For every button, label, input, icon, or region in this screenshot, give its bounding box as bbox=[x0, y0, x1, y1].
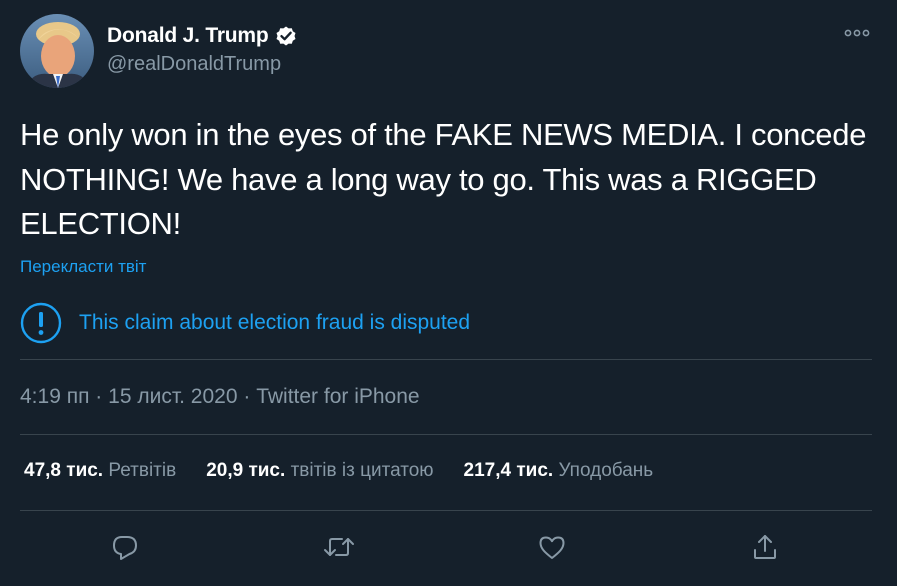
tweet-source-link[interactable]: Twitter for iPhone bbox=[256, 385, 419, 408]
info-exclamation-icon bbox=[20, 302, 62, 344]
disputed-claim-notice[interactable]: This claim about election fraud is dispu… bbox=[20, 302, 470, 344]
likes-stat[interactable]: 217,4 тис. Уподобань bbox=[464, 460, 654, 482]
disputed-claim-text: This claim about election fraud is dispu… bbox=[79, 311, 471, 334]
tweet-meta: 4:19 пп · 15 лист. 2020 · Twitter for iP… bbox=[20, 385, 420, 409]
verified-badge-icon bbox=[274, 24, 298, 48]
divider bbox=[20, 510, 872, 511]
author-handle[interactable]: @realDonaldTrump bbox=[107, 53, 281, 76]
tweet-timestamp[interactable]: 4:19 пп · 15 лист. 2020 bbox=[20, 385, 238, 408]
retweets-stat[interactable]: 47,8 тис. Ретвітів bbox=[24, 460, 176, 482]
retweet-icon bbox=[324, 538, 354, 556]
avatar[interactable] bbox=[20, 14, 94, 88]
tweet-stats: 47,8 тис. Ретвітів 20,9 тис. твітів із ц… bbox=[24, 460, 683, 482]
avatar-image bbox=[20, 14, 94, 88]
divider bbox=[20, 359, 872, 360]
meta-separator: · bbox=[243, 385, 251, 408]
quote-tweets-stat[interactable]: 20,9 тис. твітів із цитатою bbox=[206, 460, 433, 482]
reply-button[interactable] bbox=[108, 530, 142, 564]
share-button[interactable] bbox=[748, 530, 782, 564]
divider bbox=[20, 434, 872, 435]
tweet-text: He only won in the eyes of the FAKE NEWS… bbox=[20, 117, 867, 241]
share-icon bbox=[754, 535, 776, 559]
more-options-icon[interactable] bbox=[843, 26, 871, 40]
author-name-row[interactable]: Donald J. Trump bbox=[107, 23, 298, 49]
translate-tweet-link[interactable]: Перекласти твіт bbox=[20, 257, 146, 277]
like-button[interactable] bbox=[535, 530, 569, 564]
author-display-name[interactable]: Donald J. Trump bbox=[107, 24, 269, 48]
reply-icon bbox=[113, 536, 137, 560]
retweet-button[interactable] bbox=[322, 530, 356, 564]
like-icon bbox=[539, 536, 565, 559]
